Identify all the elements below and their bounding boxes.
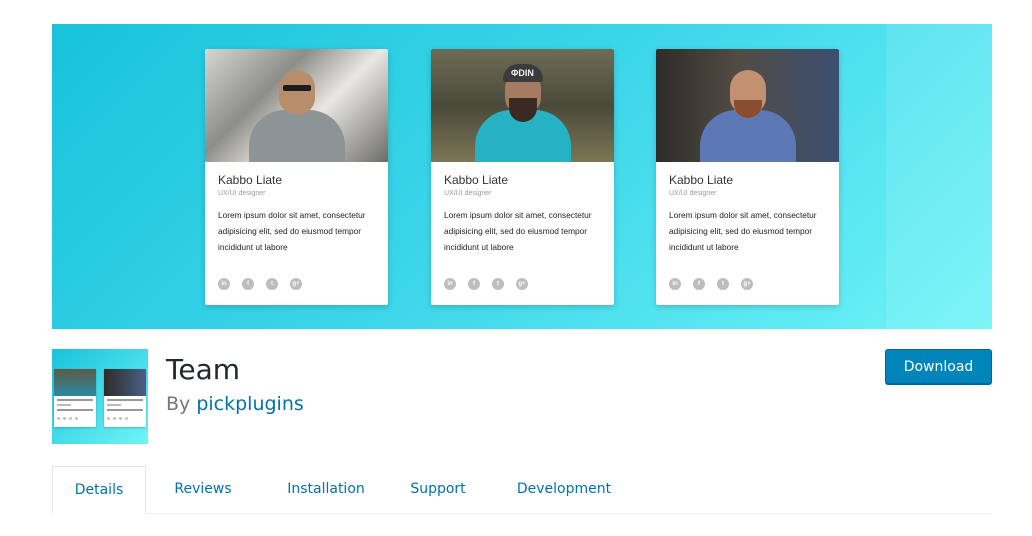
- social-links: in f t g+: [444, 278, 528, 290]
- tab-development[interactable]: Development: [508, 466, 620, 513]
- member-name: Kabbo Liate: [444, 173, 509, 187]
- facebook-icon[interactable]: f: [468, 278, 480, 290]
- plugin-icon-mini-card: [54, 369, 96, 427]
- team-member-photo: ΦDIN: [431, 49, 614, 162]
- linkedin-icon[interactable]: in: [218, 278, 230, 290]
- member-role: UX/UI designer: [444, 190, 492, 197]
- person-figure: [248, 70, 345, 162]
- twitter-icon[interactable]: t: [266, 278, 278, 290]
- twitter-icon[interactable]: t: [717, 278, 729, 290]
- linkedin-icon[interactable]: in: [669, 278, 681, 290]
- google-plus-icon[interactable]: g+: [741, 278, 753, 290]
- tab-installation[interactable]: Installation: [272, 466, 380, 513]
- person-figure: ΦDIN: [474, 64, 571, 162]
- plugin-icon-mini-line: [107, 404, 121, 406]
- plugin-icon-mini-line: [57, 404, 71, 406]
- plugin-icon-mini-dots: [107, 417, 143, 420]
- person-torso: [248, 110, 345, 162]
- plugin-title: Team: [166, 353, 241, 386]
- sunglasses: [282, 85, 311, 91]
- banner-highlight-strip: [886, 24, 992, 329]
- team-card: ΦDIN Kabbo Liate UX/UI designer Lorem ip…: [431, 49, 614, 305]
- team-member-photo: [656, 49, 839, 162]
- linkedin-icon[interactable]: in: [444, 278, 456, 290]
- plugin-banner: Kabbo Liate UX/UI designer Lorem ipsum d…: [52, 24, 992, 329]
- author-link[interactable]: pickplugins: [196, 393, 303, 415]
- download-button[interactable]: Download: [885, 349, 992, 384]
- plugin-icon: [52, 349, 148, 444]
- plugin-icon-mini-line: [57, 409, 93, 411]
- twitter-icon[interactable]: t: [492, 278, 504, 290]
- beanie-hat: ΦDIN: [502, 64, 543, 82]
- member-description: Lorem ipsum dolor sit amet, consectetur …: [669, 210, 817, 252]
- team-card: Kabbo Liate UX/UI designer Lorem ipsum d…: [205, 49, 388, 305]
- tab-support[interactable]: Support: [402, 466, 474, 513]
- plugin-icon-mini-photo: [54, 369, 96, 396]
- plugin-icon-mini-dots: [57, 417, 93, 420]
- member-description: Lorem ipsum dolor sit amet, consectetur …: [444, 210, 592, 252]
- plugin-icon-mini-photo: [104, 369, 146, 396]
- plugin-icon-mini-line: [107, 409, 143, 411]
- plugin-author-line: By pickplugins: [166, 393, 304, 415]
- member-description: Lorem ipsum dolor sit amet, consectetur …: [218, 210, 366, 252]
- team-member-photo: [205, 49, 388, 162]
- plugin-icon-mini-line: [57, 399, 93, 401]
- plugin-icon-mini-card: [104, 369, 146, 427]
- person-figure: [699, 70, 796, 162]
- social-links: in f t g+: [218, 278, 302, 290]
- person-head: [729, 70, 766, 118]
- plugin-icon-mini-line: [107, 399, 143, 401]
- google-plus-icon[interactable]: g+: [516, 278, 528, 290]
- facebook-icon[interactable]: f: [693, 278, 705, 290]
- member-name: Kabbo Liate: [669, 173, 734, 187]
- member-name: Kabbo Liate: [218, 173, 283, 187]
- tab-reviews[interactable]: Reviews: [162, 466, 244, 513]
- person-head: [278, 70, 315, 114]
- member-role: UX/UI designer: [669, 190, 717, 197]
- google-plus-icon[interactable]: g+: [290, 278, 302, 290]
- team-card: Kabbo Liate UX/UI designer Lorem ipsum d…: [656, 49, 839, 305]
- member-role: UX/UI designer: [218, 190, 266, 197]
- person-head: ΦDIN: [502, 64, 543, 122]
- tab-details[interactable]: Details: [52, 466, 146, 514]
- plugin-tabs: Details Reviews Installation Support Dev…: [52, 466, 992, 514]
- author-prefix: By: [166, 393, 191, 415]
- facebook-icon[interactable]: f: [242, 278, 254, 290]
- social-links: in f t g+: [669, 278, 753, 290]
